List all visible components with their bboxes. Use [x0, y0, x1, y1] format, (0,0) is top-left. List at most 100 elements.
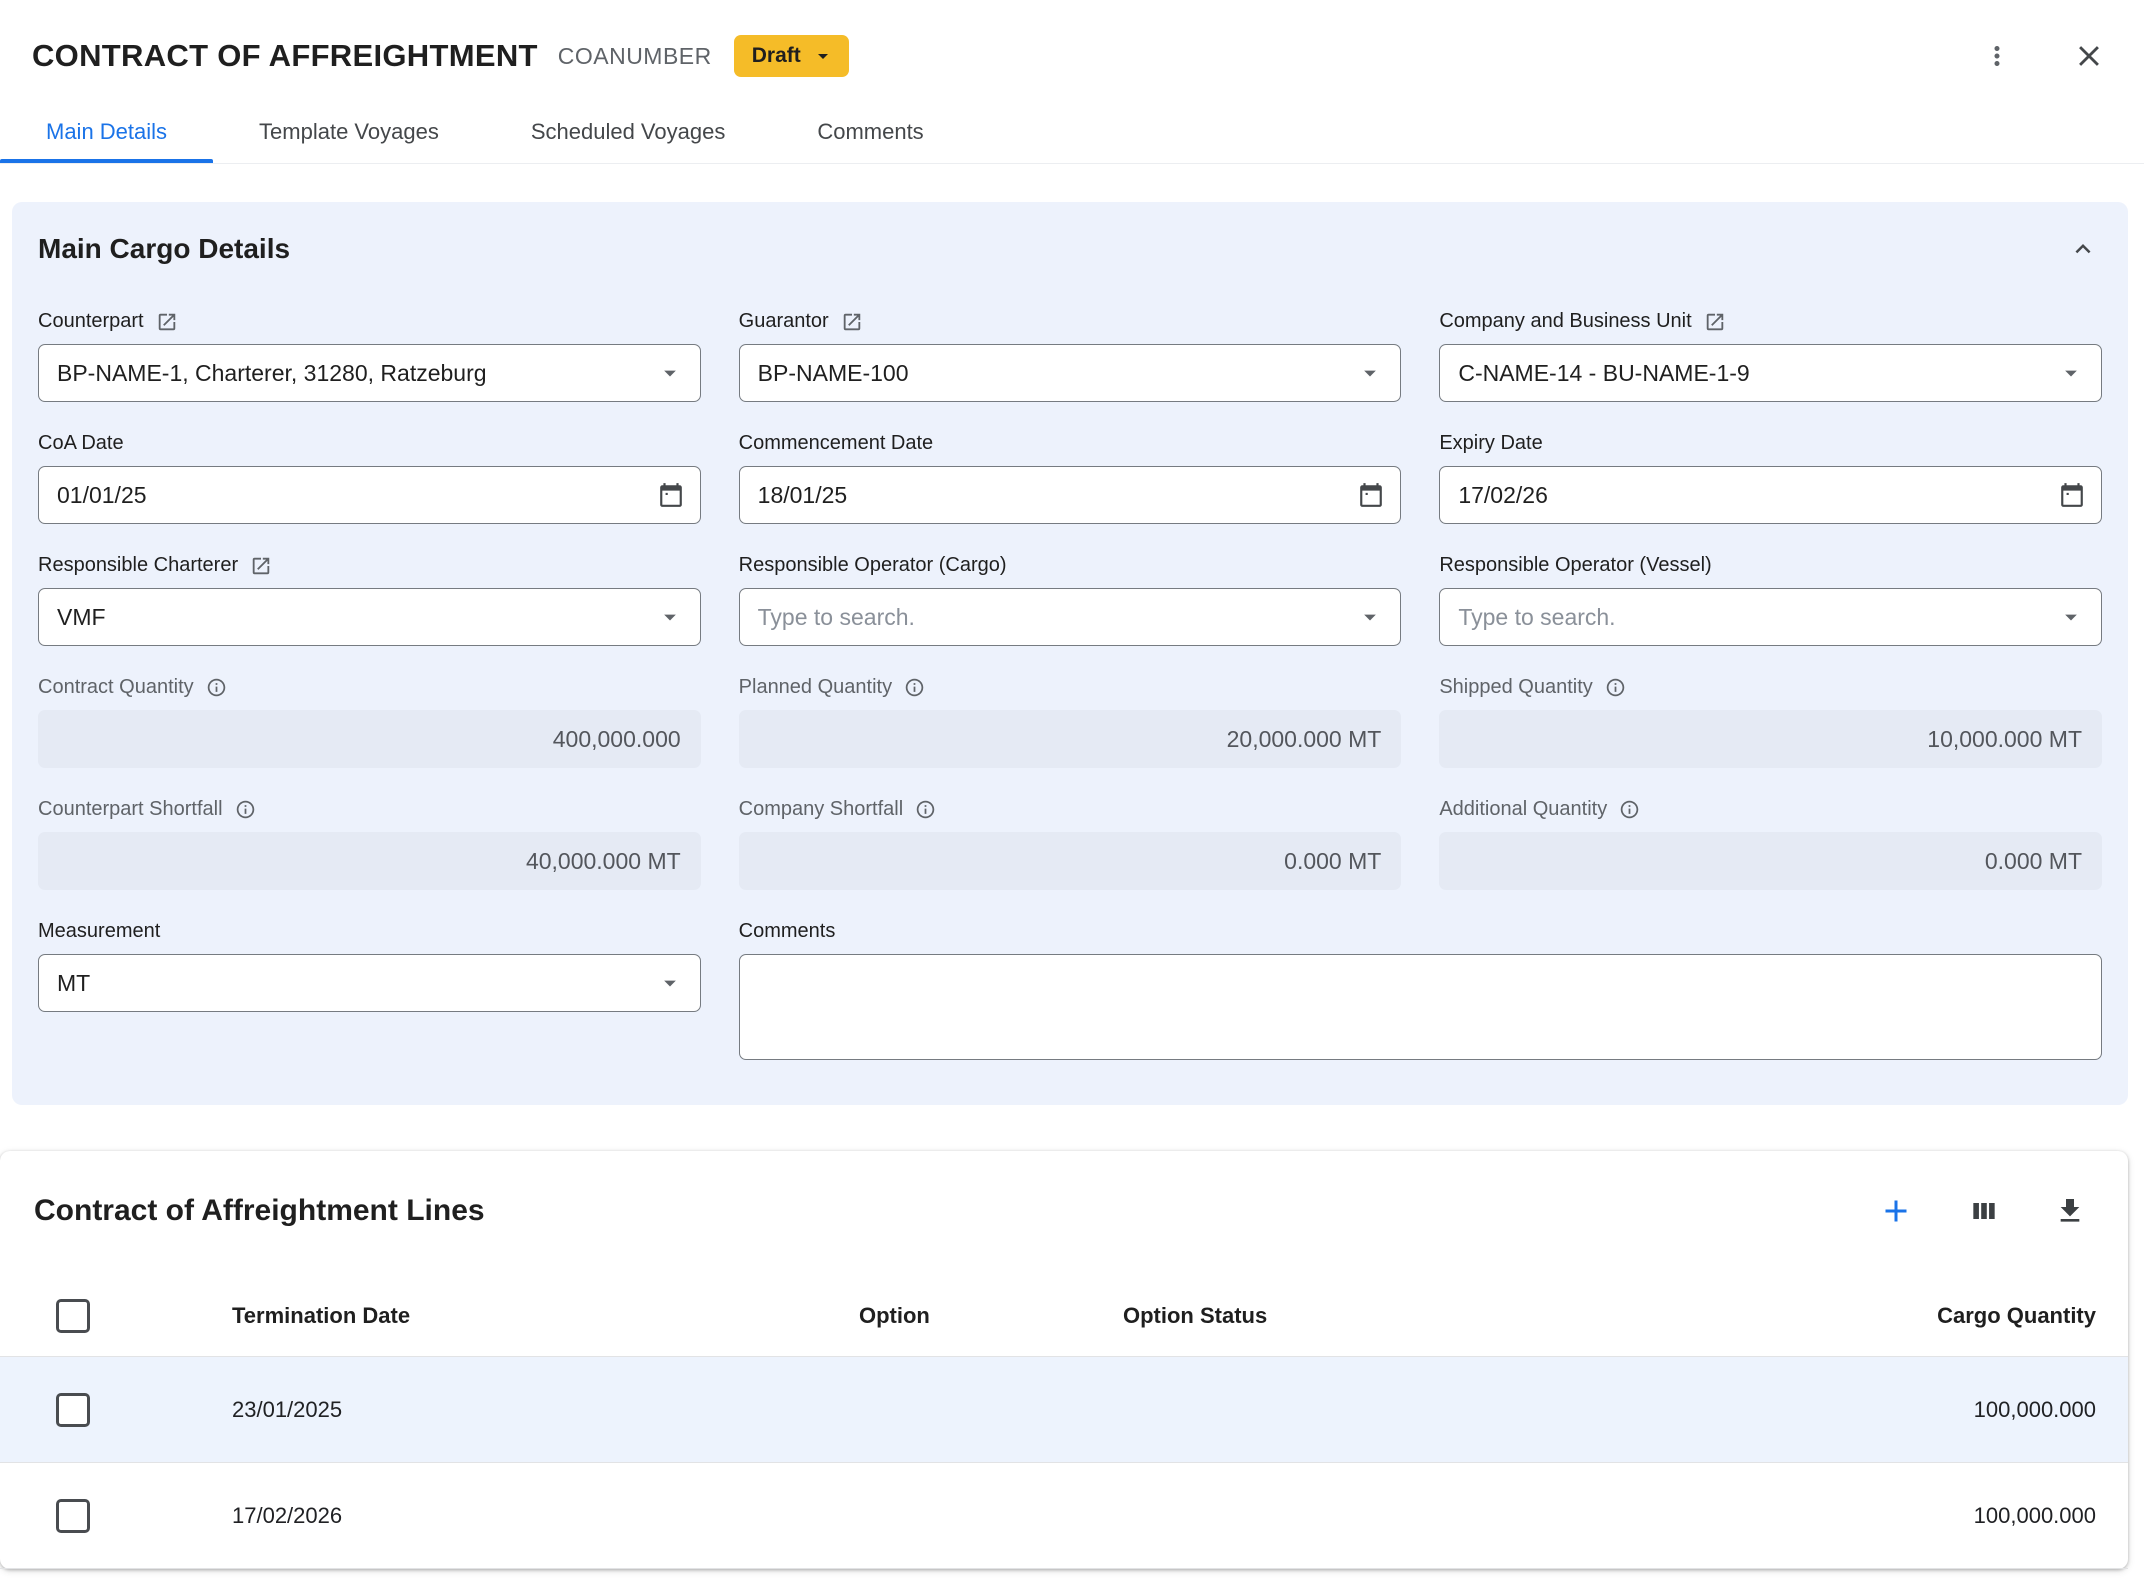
company-business-unit-select[interactable]: C-NAME-14 - BU-NAME-1-9	[1439, 344, 2102, 402]
tab-bar: Main Details Template Voyages Scheduled …	[0, 100, 2144, 164]
calendar-icon[interactable]	[1358, 482, 1384, 508]
coa-date-input[interactable]: 01/01/25	[38, 466, 701, 524]
calendar-icon[interactable]	[658, 482, 684, 508]
chevron-down-icon	[656, 603, 684, 631]
status-dropdown[interactable]: Draft	[734, 35, 849, 77]
commencement-date-field: Commencement Date 18/01/25	[739, 432, 1402, 524]
planned-quantity-field: Planned Quantity 20,000.000 MT	[739, 676, 1402, 768]
info-icon[interactable]	[235, 799, 256, 820]
col-option[interactable]: Option	[859, 1303, 1123, 1329]
company-business-unit-field: Company and Business Unit C-NAME-14 - BU…	[1439, 310, 2102, 402]
col-option-status[interactable]: Option Status	[1123, 1303, 1673, 1329]
row-checkbox[interactable]	[56, 1499, 90, 1533]
external-link-icon[interactable]	[250, 555, 272, 577]
commencement-date-label: Commencement Date	[739, 432, 934, 455]
close-icon	[2072, 39, 2106, 73]
shipped-quantity-field: Shipped Quantity 10,000.000 MT	[1439, 676, 2102, 768]
guarantor-label: Guarantor	[739, 310, 829, 333]
responsible-operator-cargo-select[interactable]: Type to search.	[739, 588, 1402, 646]
comments-field: Comments	[739, 920, 2102, 1065]
responsible-operator-cargo-label: Responsible Operator (Cargo)	[739, 554, 1007, 577]
lines-table: Termination Date Option Option Status Ca…	[0, 1275, 2128, 1569]
status-badge: Draft	[752, 44, 801, 68]
select-all-checkbox[interactable]	[56, 1299, 90, 1333]
external-link-icon[interactable]	[1704, 311, 1726, 333]
additional-quantity-field: Additional Quantity 0.000 MT	[1439, 798, 2102, 890]
additional-quantity-value: 0.000 MT	[1439, 832, 2102, 890]
col-cargo-quantity[interactable]: Cargo Quantity	[1673, 1303, 2128, 1329]
comments-textarea[interactable]	[739, 954, 2102, 1060]
guarantor-field: Guarantor BP-NAME-100	[739, 310, 1402, 402]
plus-icon	[1878, 1193, 1914, 1229]
counterpart-label: Counterpart	[38, 310, 144, 333]
chevron-down-icon	[811, 44, 835, 68]
responsible-operator-vessel-label: Responsible Operator (Vessel)	[1439, 554, 1711, 577]
responsible-charterer-select[interactable]: VMF	[38, 588, 701, 646]
company-shortfall-label: Company Shortfall	[739, 798, 904, 821]
chevron-down-icon	[2057, 603, 2085, 631]
coa-date-label: CoA Date	[38, 432, 124, 455]
download-button[interactable]	[2050, 1191, 2090, 1231]
info-icon[interactable]	[206, 677, 227, 698]
chevron-down-icon	[1356, 603, 1384, 631]
cell-cargo-quantity: 100,000.000	[1673, 1503, 2128, 1529]
lines-table-header: Termination Date Option Option Status Ca…	[0, 1275, 2128, 1357]
contract-reference: COANUMBER	[558, 43, 712, 70]
chevron-down-icon	[656, 359, 684, 387]
shipped-quantity-label: Shipped Quantity	[1439, 676, 1592, 699]
tab-comments[interactable]: Comments	[771, 100, 969, 163]
planned-quantity-value: 20,000.000 MT	[739, 710, 1402, 768]
more-menu-button[interactable]	[1978, 37, 2016, 75]
calendar-icon[interactable]	[2059, 482, 2085, 508]
columns-icon	[1968, 1195, 2000, 1227]
responsible-operator-vessel-field: Responsible Operator (Vessel) Type to se…	[1439, 554, 2102, 646]
contract-quantity-label: Contract Quantity	[38, 676, 194, 699]
info-icon[interactable]	[1619, 799, 1640, 820]
columns-button[interactable]	[1964, 1191, 2004, 1231]
external-link-icon[interactable]	[156, 311, 178, 333]
close-button[interactable]	[2068, 35, 2110, 77]
shipped-quantity-value: 10,000.000 MT	[1439, 710, 2102, 768]
info-icon[interactable]	[1605, 677, 1626, 698]
coa-date-field: CoA Date 01/01/25	[38, 432, 701, 524]
info-icon[interactable]	[904, 677, 925, 698]
measurement-select[interactable]: MT	[38, 954, 701, 1012]
section-title-main-cargo: Main Cargo Details	[38, 233, 290, 265]
cell-termination-date: 23/01/2025	[232, 1397, 859, 1423]
table-row[interactable]: 23/01/2025 100,000.000	[0, 1357, 2128, 1463]
responsible-operator-vessel-select[interactable]: Type to search.	[1439, 588, 2102, 646]
main-cargo-details-section: Main Cargo Details Counterpart BP-NAME-1…	[12, 202, 2128, 1105]
chevron-down-icon	[1356, 359, 1384, 387]
add-line-button[interactable]	[1874, 1189, 1918, 1233]
row-checkbox[interactable]	[56, 1393, 90, 1427]
table-row[interactable]: 17/02/2026 100,000.000	[0, 1463, 2128, 1569]
download-icon	[2054, 1195, 2086, 1227]
chevron-down-icon	[2057, 359, 2085, 387]
tab-main-details[interactable]: Main Details	[0, 100, 213, 163]
commencement-date-input[interactable]: 18/01/25	[739, 466, 1402, 524]
measurement-field: Measurement MT	[38, 920, 701, 1065]
dialog-header: CONTRACT OF AFFREIGHTMENT COANUMBER Draf…	[0, 0, 2144, 100]
counterpart-select[interactable]: BP-NAME-1, Charterer, 31280, Ratzeburg	[38, 344, 701, 402]
expiry-date-input[interactable]: 17/02/26	[1439, 466, 2102, 524]
counterpart-field: Counterpart BP-NAME-1, Charterer, 31280,…	[38, 310, 701, 402]
page-title: CONTRACT OF AFFREIGHTMENT	[32, 38, 538, 74]
external-link-icon[interactable]	[841, 311, 863, 333]
kebab-menu-icon	[1982, 41, 2012, 71]
comments-label: Comments	[739, 920, 836, 943]
contract-quantity-value: 400,000.000	[38, 710, 701, 768]
additional-quantity-label: Additional Quantity	[1439, 798, 1607, 821]
cell-termination-date: 17/02/2026	[232, 1503, 859, 1529]
col-termination-date[interactable]: Termination Date	[232, 1303, 859, 1329]
tab-template-voyages[interactable]: Template Voyages	[213, 100, 485, 163]
info-icon[interactable]	[915, 799, 936, 820]
responsible-charterer-field: Responsible Charterer VMF	[38, 554, 701, 646]
responsible-operator-cargo-field: Responsible Operator (Cargo) Type to sea…	[739, 554, 1402, 646]
tab-scheduled-voyages[interactable]: Scheduled Voyages	[485, 100, 772, 163]
company-business-unit-label: Company and Business Unit	[1439, 310, 1691, 333]
counterpart-shortfall-value: 40,000.000 MT	[38, 832, 701, 890]
counterpart-shortfall-field: Counterpart Shortfall 40,000.000 MT	[38, 798, 701, 890]
coa-lines-section: Contract of Affreightment Lines Terminat…	[0, 1151, 2128, 1569]
collapse-section-button[interactable]	[2064, 230, 2102, 268]
guarantor-select[interactable]: BP-NAME-100	[739, 344, 1402, 402]
